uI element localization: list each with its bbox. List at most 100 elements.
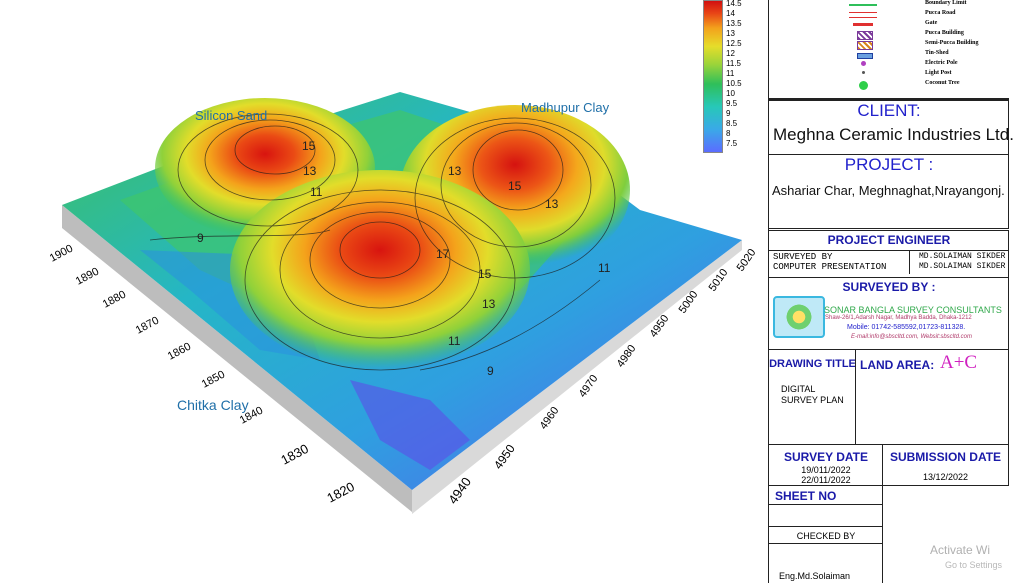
- scale-label: 11.5: [726, 59, 741, 68]
- red-double-line-icon: [849, 12, 877, 18]
- contour-label: 11: [448, 334, 461, 348]
- survey-date-heading: SURVEY DATE: [783, 450, 869, 464]
- activate-windows-subtext: Go to Settings: [945, 560, 1003, 570]
- company-email: E-mail:info@sbscltd.com, Websit:sbscltd.…: [851, 334, 973, 340]
- contour-label: 13: [448, 164, 462, 178]
- terrain-3d-map: 15 13 11 9 17 15 13 11 9 13 15 13 11 Sil…: [48, 92, 759, 514]
- contour-label: 13: [303, 164, 317, 178]
- site-label-silicon-sand: Silicon Sand: [195, 108, 267, 123]
- legend-row: Pucca Building: [849, 30, 1009, 40]
- y-tick: 1830: [278, 441, 311, 468]
- checked-by-section: CHECKED BY Eng.Md.Solaiman: [769, 526, 883, 583]
- land-area-value: A+C: [940, 352, 978, 373]
- project-heading: PROJECT :: [844, 155, 934, 174]
- scale-label: 8: [726, 129, 731, 138]
- contour-label: 15: [508, 179, 522, 193]
- legend-label: Electric Pole: [925, 60, 958, 66]
- scale-label: 11: [726, 69, 735, 78]
- drawing-title-section: DRAWING TITLE DIGITAL SURVEY PLAN: [769, 349, 856, 445]
- small-dot-icon: [862, 71, 865, 74]
- legend-label: Semi-Pucca Building: [925, 40, 979, 46]
- company-name: SONAR BANGLA SURVEY CONSULTANTS: [824, 305, 1002, 315]
- contour-label: 9: [487, 364, 494, 378]
- tree-icon: [859, 81, 868, 90]
- y-tick: 1880: [101, 289, 128, 311]
- legend-row: Coconut Tree: [849, 80, 1009, 90]
- survey-date-2: 22/011/2022: [801, 475, 851, 485]
- submission-date-section: SUBMISSION DATE 13/12/2022: [882, 444, 1009, 486]
- legend-label: Pucca Road: [925, 10, 956, 16]
- hatched-orange-box-icon: [857, 41, 873, 50]
- title-block-panel: Boundary Limit Pucca Road Gate Pucca Bui…: [768, 0, 1014, 583]
- company-address: Shaw-26/1,Adarsh Nagar, Madhya Badda, Dh…: [825, 315, 972, 321]
- company-logo-icon: [773, 296, 825, 338]
- project-section: PROJECT : Ashariar Char, Meghnaghat,Nray…: [769, 154, 1009, 229]
- submission-date-heading: SUBMISSION DATE: [889, 450, 1002, 464]
- scale-label: 8.5: [726, 119, 738, 128]
- y-tick: 1860: [166, 341, 193, 363]
- engineer-heading: PROJECT ENGINEER: [827, 233, 951, 247]
- contour-label: 13: [482, 297, 496, 311]
- site-label-madhupur-clay: Madhupur Clay: [521, 100, 610, 115]
- green-line-icon: [849, 4, 877, 6]
- legend-label: Boundary Limit: [925, 0, 967, 6]
- site-label-chitka-clay: Chitka Clay: [177, 397, 249, 413]
- y-tick: 1870: [134, 315, 161, 337]
- scale-label: 13: [726, 29, 735, 38]
- legend-row: Boundary Limit: [849, 0, 1009, 10]
- engineer-section: PROJECT ENGINEER SURVEYED BY MD.SOLAIMAN…: [769, 230, 1009, 278]
- scale-label: 12: [726, 49, 735, 58]
- contour-label: 17: [436, 247, 450, 261]
- drawing-title-line2: SURVEY PLAN: [781, 395, 844, 405]
- survey-date-1: 19/011/2022: [801, 465, 851, 475]
- contour-label: 11: [598, 261, 611, 275]
- gate-icon: [853, 23, 873, 26]
- hatched-purple-box-icon: [857, 31, 873, 40]
- contour-label: 9: [197, 231, 204, 245]
- checked-by-heading: CHECKED BY: [796, 531, 856, 541]
- legend-row: Electric Pole: [849, 60, 1009, 70]
- elevation-scale-labels: 14.5 14 13.5 13 12.5 12 11.5 11 10.5 10 …: [726, 0, 766, 152]
- computer-presentation-value: MD.SOLAIMAN SIKDER: [919, 262, 1006, 271]
- y-tick: 1850: [200, 369, 227, 391]
- scale-label: 13.5: [726, 19, 742, 28]
- elevation-color-scale: [703, 0, 723, 153]
- client-heading: CLIENT:: [857, 101, 921, 120]
- activate-windows-watermark: Activate Wi: [930, 543, 991, 557]
- legend-row: Tin-Shed: [849, 50, 1009, 60]
- sheet-no-heading: SHEET NO: [775, 489, 837, 503]
- surveyed-by-label: SURVEYED BY: [773, 252, 833, 262]
- blue-box-icon: [857, 53, 873, 59]
- legend-label: Light Post: [925, 70, 952, 76]
- surveyed-by-heading: SURVEYED BY :: [842, 280, 936, 294]
- contour-label: 13: [545, 197, 559, 211]
- scale-label: 12.5: [726, 39, 742, 48]
- project-name: Ashariar Char, Meghnaghat,Nrayangonj.: [772, 183, 1005, 198]
- y-tick: 1900: [48, 243, 75, 265]
- sheet-no-section: SHEET NO: [769, 485, 883, 527]
- legend-label: Pucca Building: [925, 30, 964, 36]
- contour-label: 15: [302, 139, 316, 153]
- submission-date: 13/12/2022: [922, 472, 969, 482]
- client-section: CLIENT: Meghna Ceramic Industries Ltd.: [769, 100, 1014, 155]
- computer-presentation-label: COMPUTER PRESENTATION: [773, 262, 887, 272]
- y-tick: 1890: [74, 266, 101, 288]
- client-name: Meghna Ceramic Industries Ltd.: [773, 125, 1014, 144]
- legend-label: Tin-Shed: [925, 50, 949, 56]
- map-legend: Boundary Limit Pucca Road Gate Pucca Bui…: [769, 0, 1009, 100]
- legend-row: Semi-Pucca Building: [849, 40, 1009, 50]
- legend-row: Light Post: [849, 70, 1009, 80]
- scale-label: 10: [726, 89, 735, 98]
- legend-label: Gate: [925, 20, 938, 26]
- scale-label: 7.5: [726, 139, 738, 148]
- land-area-heading: LAND AREA:: [860, 358, 935, 372]
- scale-label: 9: [726, 109, 731, 118]
- contour-label: 11: [310, 185, 323, 199]
- scale-label: 10.5: [726, 79, 742, 88]
- scale-label: 9.5: [726, 99, 738, 108]
- land-area-section: LAND AREA: A+C: [855, 349, 1009, 445]
- drawing-title-heading: DRAWING TITLE: [769, 358, 856, 370]
- scale-label: 14.5: [726, 0, 742, 8]
- legend-label: Coconut Tree: [925, 80, 960, 86]
- drawing-title-line1: DIGITAL: [781, 384, 816, 394]
